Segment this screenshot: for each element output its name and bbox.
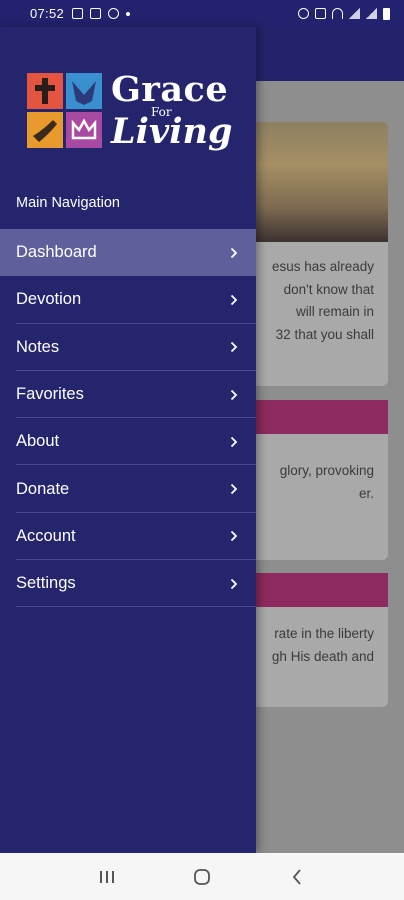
chevron-right-icon: [230, 342, 238, 353]
menu-item-label: Favorites: [16, 385, 84, 404]
chevron-right-icon: [230, 436, 238, 447]
content-card[interactable]: glory, provoking er.: [240, 434, 388, 560]
menu-item-label: Devotion: [16, 290, 82, 309]
alarm-icon: [298, 8, 309, 19]
navigation-drawer: Grace For Living Main Navigation Dashboa…: [0, 27, 256, 853]
chevron-right-icon: [230, 294, 238, 306]
section-header-bar: [240, 400, 388, 434]
back-icon: [292, 868, 301, 885]
section-header-bar: [240, 573, 388, 607]
chevron-right-icon: [230, 247, 238, 258]
system-navigation-bar: [0, 853, 404, 900]
home-button[interactable]: [190, 865, 214, 889]
menu-item-label: Settings: [16, 574, 76, 593]
battery-icon: [383, 7, 390, 20]
cast-notification-icon: [108, 8, 120, 19]
card1-line: don't know that: [283, 281, 374, 297]
crown-icon: [66, 112, 102, 148]
recent-apps-icon: [100, 870, 115, 883]
card2-line: glory, provoking: [279, 463, 374, 478]
more-notifications-icon: [126, 11, 131, 16]
status-time: 07:52: [30, 6, 65, 21]
app-logo: Grace For Living: [27, 69, 239, 157]
devotion-card-image: [240, 122, 388, 242]
chevron-right-icon: [230, 578, 238, 589]
menu-item-notes[interactable]: Notes: [0, 324, 256, 371]
navigation-menu: Dashboard Devotion Notes Favorites About…: [0, 229, 256, 608]
card1-line: will remain in: [295, 304, 374, 319]
mute-icon: [315, 8, 326, 19]
home-icon: [194, 868, 210, 885]
card1-line: esus has already: [271, 259, 374, 274]
chevron-right-icon: [230, 483, 238, 495]
chevron-right-icon: [230, 389, 238, 400]
menu-item-dashboard[interactable]: Dashboard: [0, 229, 256, 277]
menu-item-settings[interactable]: Settings: [0, 560, 256, 608]
chevron-right-icon: [230, 531, 238, 542]
card2-line: er.: [358, 485, 374, 501]
menu-item-label: Notes: [16, 337, 60, 356]
menu-item-about[interactable]: About: [0, 418, 256, 466]
menu-item-donate[interactable]: Donate: [0, 465, 256, 513]
menu-item-favorites[interactable]: Favorites: [0, 371, 256, 419]
card3-line: rate in the liberty: [274, 626, 374, 641]
gallery-notification-icon: [72, 8, 84, 19]
main-navigation-heading: Main Navigation: [16, 195, 120, 211]
praying-hands-icon: [27, 112, 63, 148]
signal-2-icon: [366, 8, 377, 19]
menu-item-label: Account: [16, 526, 76, 545]
recent-apps-button[interactable]: [95, 865, 119, 889]
card3-line: gh His death and: [271, 648, 374, 664]
card1-line: 32 that you shall: [275, 326, 374, 342]
menu-item-label: Donate: [16, 479, 70, 498]
content-card[interactable]: rate in the liberty gh His death and: [240, 607, 388, 707]
signal-icon: [349, 8, 360, 19]
status-bar: 07:52: [0, 0, 404, 27]
menu-item-account[interactable]: Account: [0, 513, 256, 561]
wifi-icon: [332, 8, 343, 19]
cross-icon: [27, 73, 63, 109]
menu-item-label: About: [16, 432, 60, 451]
devotion-card[interactable]: esus has already don't know that will re…: [240, 122, 388, 386]
menu-item-label: Dashboard: [16, 243, 97, 262]
mail-notification-icon: [90, 8, 102, 19]
logo-word-grace: Grace: [111, 69, 229, 110]
back-button[interactable]: [285, 865, 309, 889]
menu-item-devotion[interactable]: Devotion: [0, 276, 256, 324]
dove-icon: [66, 73, 102, 109]
logo-tiles: [27, 73, 104, 149]
logo-word-living: Living: [111, 111, 233, 152]
